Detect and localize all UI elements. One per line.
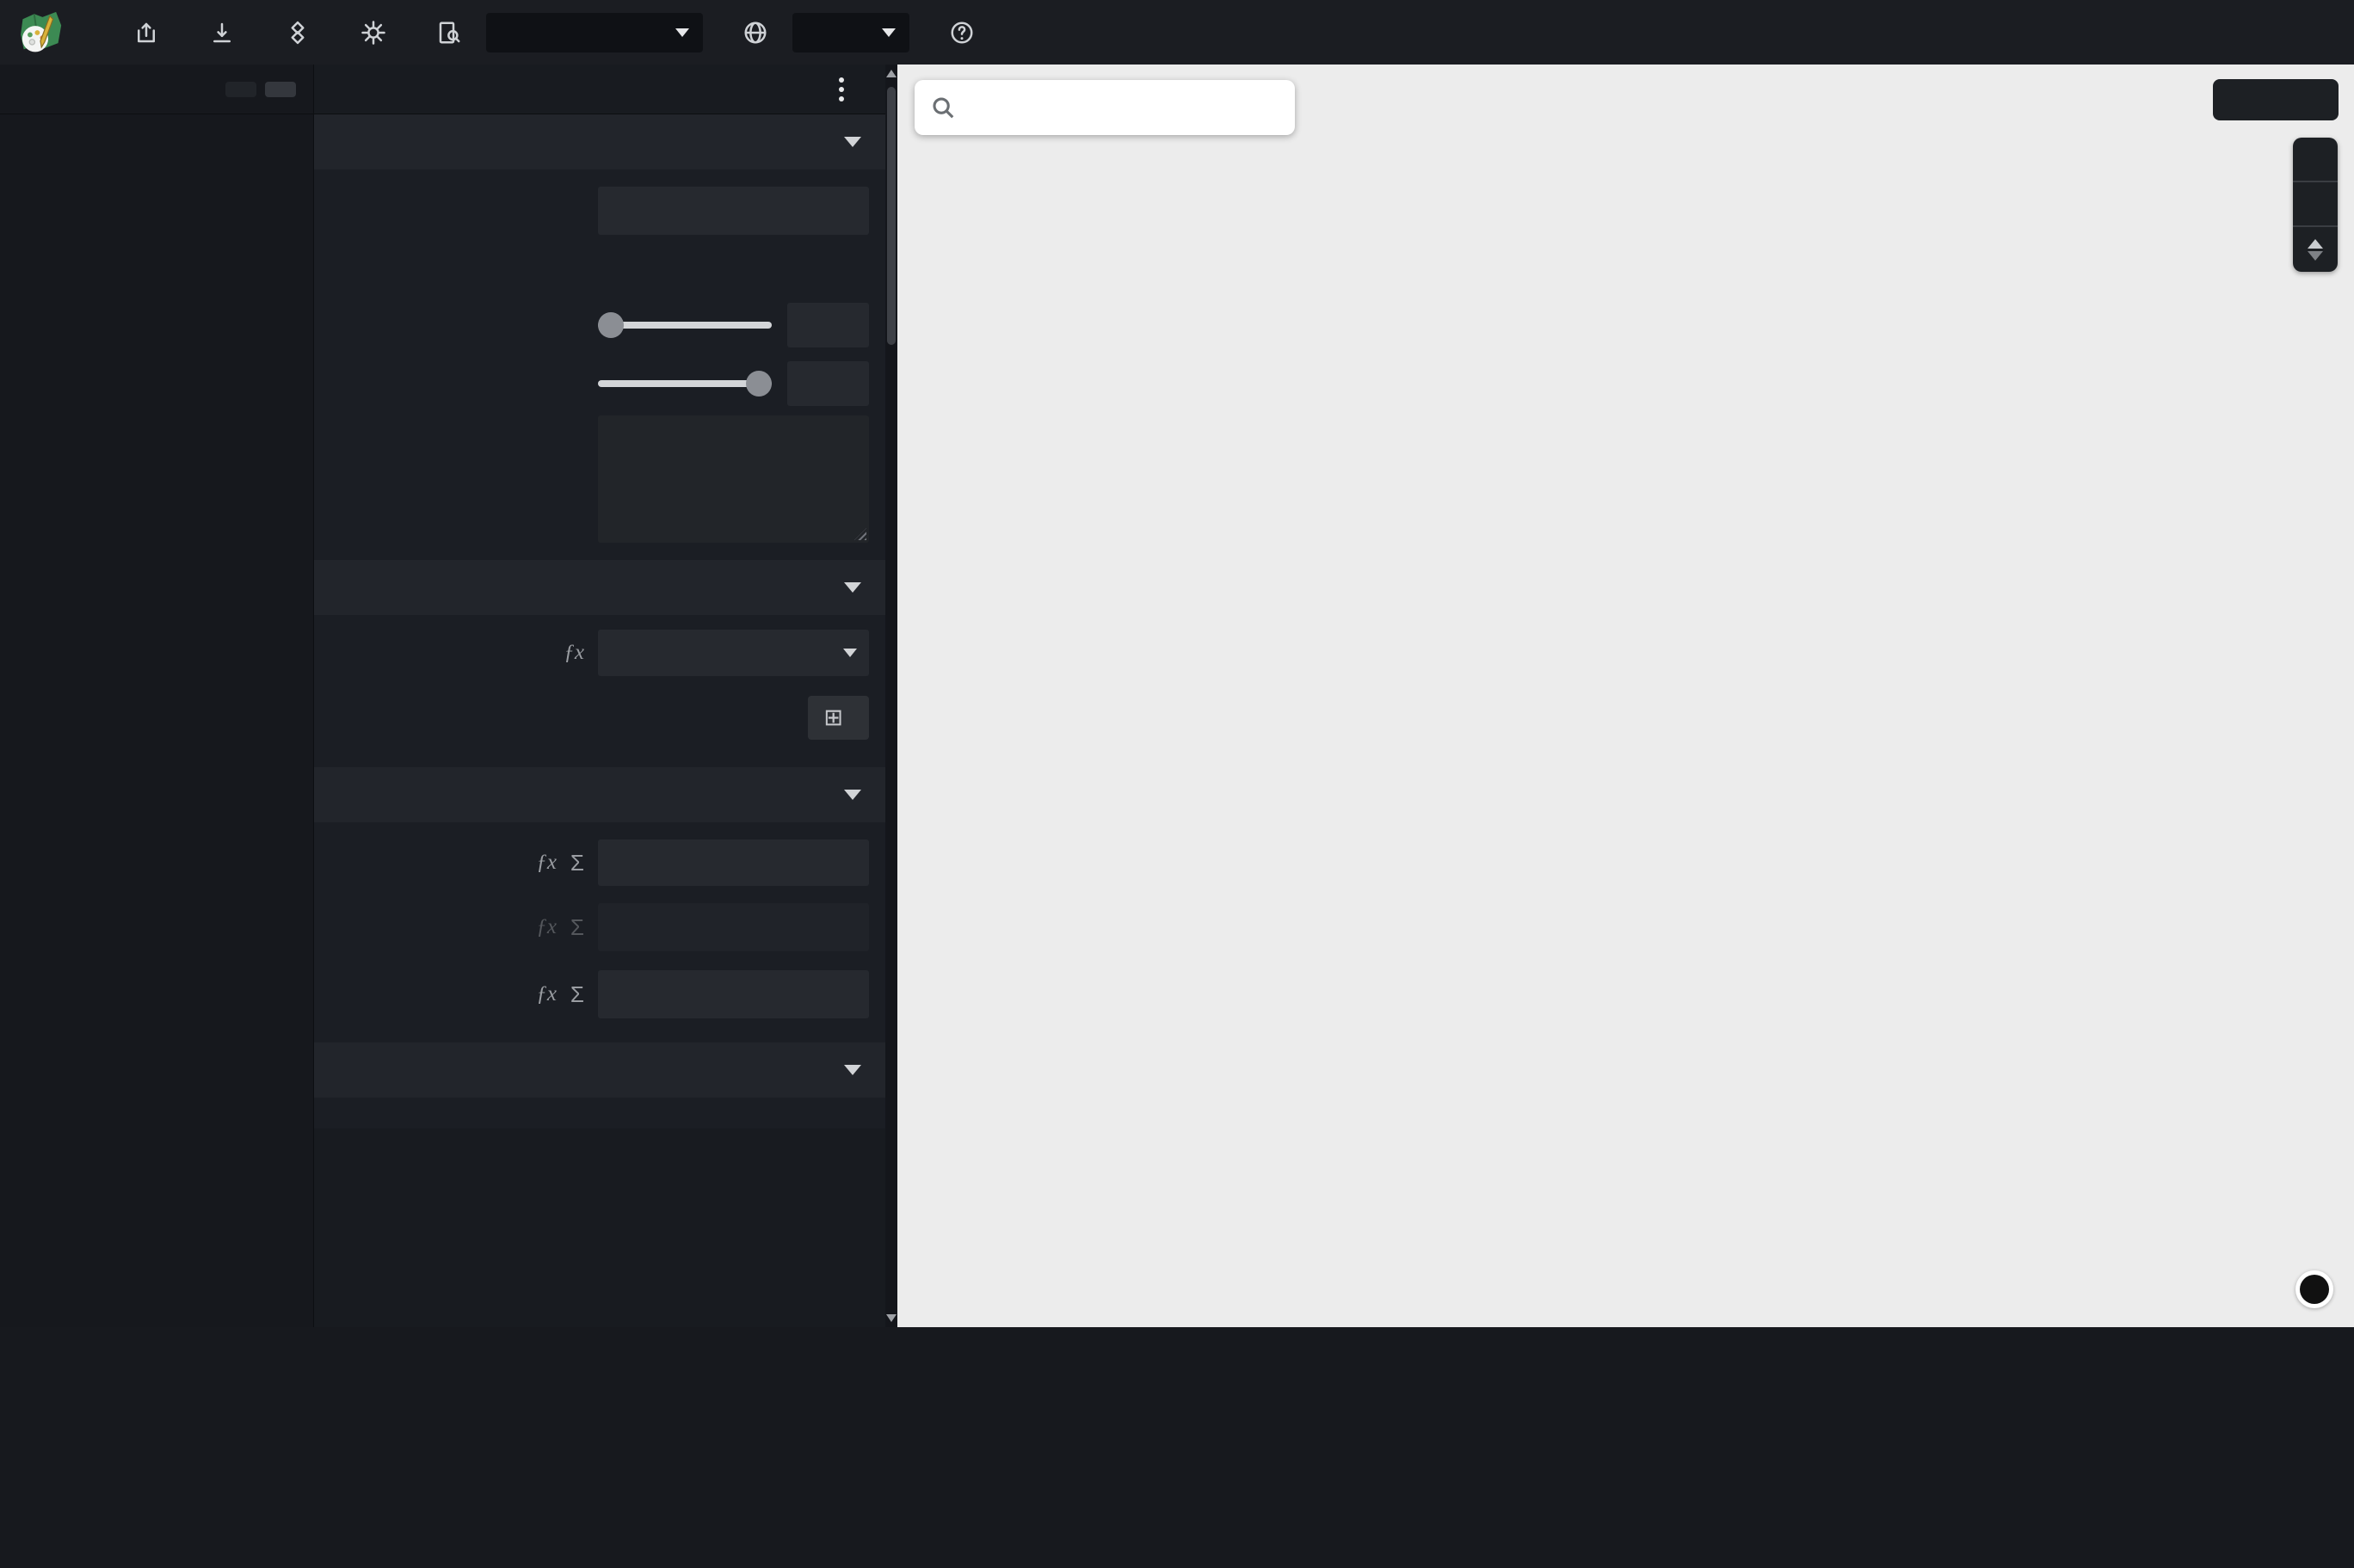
min-zoom-slider[interactable] — [598, 312, 772, 338]
editor-header — [314, 65, 897, 114]
zoom-function-icon: Σ — [570, 913, 584, 940]
style-settings-icon — [360, 20, 386, 46]
toolbar — [0, 0, 2354, 65]
map-search — [915, 80, 1305, 135]
filter-row: ƒx — [314, 627, 897, 679]
comments-textarea[interactable] — [598, 415, 869, 543]
color-input[interactable] — [598, 839, 869, 886]
editor-scrollbar[interactable] — [885, 65, 897, 1327]
info-icon — [2300, 1275, 2329, 1304]
color-row: ƒx Σ — [314, 834, 897, 891]
export-button[interactable] — [189, 0, 265, 65]
search-icon — [933, 97, 954, 119]
map-zoom-controls — [2293, 138, 2338, 272]
type-field-row — [314, 245, 897, 293]
layers-panel-header — [0, 65, 313, 114]
zoom-function-icon[interactable]: Σ — [570, 981, 584, 1008]
zoom-out-button[interactable] — [2293, 182, 2338, 227]
id-field-row — [314, 181, 897, 240]
section-filter-body: ƒx ⊞ — [314, 615, 897, 767]
sort-down-icon — [2308, 250, 2323, 261]
section-layer-body — [314, 169, 897, 560]
add-filter-button[interactable]: ⊞ — [808, 696, 869, 740]
help-icon — [949, 20, 975, 46]
min-zoom-value[interactable] — [787, 303, 869, 347]
open-button[interactable] — [114, 0, 189, 65]
section-paint-header[interactable] — [314, 767, 897, 822]
zoom-function-icon[interactable]: Σ — [570, 850, 584, 876]
view-select[interactable] — [486, 12, 703, 52]
chevron-down-icon — [844, 790, 861, 800]
section-filter-header[interactable] — [314, 560, 897, 615]
open-icon — [133, 20, 159, 46]
max-zoom-slider[interactable] — [598, 371, 772, 397]
max-zoom-value[interactable] — [787, 361, 869, 406]
zoom-in-button[interactable] — [2293, 138, 2338, 182]
add-layer-button[interactable] — [265, 81, 296, 97]
zoom-level-indicator — [2213, 79, 2339, 120]
search-input[interactable] — [970, 92, 1305, 123]
function-icon[interactable]: ƒx — [564, 641, 584, 665]
layers-panel — [0, 65, 314, 1327]
scrollbar-thumb — [887, 87, 896, 345]
section-json-header[interactable] — [314, 1042, 897, 1098]
pattern-row: ƒx Σ — [314, 896, 897, 958]
export-icon — [209, 20, 235, 46]
view-menu — [416, 0, 723, 65]
chevron-down-icon — [882, 28, 896, 37]
chevron-down-icon — [844, 1065, 861, 1075]
color-swatch[interactable] — [598, 839, 629, 886]
language-menu — [723, 0, 929, 65]
language-icon — [743, 20, 768, 46]
style-settings-button[interactable] — [341, 0, 416, 65]
opacity-row: ƒx Σ — [314, 963, 897, 1025]
chevron-down-icon — [844, 582, 861, 593]
filter-combinator-select[interactable] — [598, 630, 869, 676]
add-filter-icon: ⊞ — [823, 704, 843, 730]
compass-reset-button[interactable] — [2293, 227, 2338, 272]
help-button[interactable] — [929, 0, 1005, 65]
max-zoom-row — [314, 357, 897, 410]
map-canvas[interactable] — [897, 65, 2354, 1327]
min-zoom-row — [314, 298, 897, 352]
id-input[interactable] — [598, 187, 869, 235]
chevron-down-icon — [844, 137, 861, 147]
map-render — [897, 65, 2354, 1327]
comments-row — [314, 415, 897, 543]
layer-options-menu-button[interactable] — [834, 72, 849, 107]
section-layer-header[interactable] — [314, 114, 897, 169]
expand-button[interactable] — [225, 81, 256, 97]
function-icon: ƒx — [536, 915, 557, 938]
function-icon[interactable]: ƒx — [536, 851, 557, 875]
data-sources-icon — [285, 20, 311, 46]
pattern-input[interactable] — [598, 903, 869, 951]
layer-editor-panel: ƒx ⊞ ƒx Σ ƒx Σ ƒx Σ — [314, 65, 897, 1327]
scroll-down-arrow — [886, 1314, 897, 1322]
opacity-input[interactable] — [598, 970, 869, 1018]
json-code-editor[interactable] — [314, 1098, 897, 1128]
function-icon[interactable]: ƒx — [536, 982, 557, 1006]
sort-up-icon — [2308, 238, 2323, 249]
attribution-button[interactable] — [2295, 1270, 2333, 1308]
toolbar-menu — [114, 0, 1005, 65]
brand — [15, 8, 83, 58]
scroll-up-arrow — [886, 70, 897, 77]
data-sources-button[interactable] — [265, 0, 341, 65]
maputnik-logo — [21, 11, 62, 52]
comments-label — [331, 415, 598, 424]
section-paint-body: ƒx Σ ƒx Σ ƒx Σ — [314, 822, 897, 1042]
language-select[interactable] — [792, 12, 909, 52]
chevron-down-icon — [675, 28, 689, 37]
chevron-down-icon — [843, 649, 857, 657]
view-icon — [436, 20, 462, 46]
